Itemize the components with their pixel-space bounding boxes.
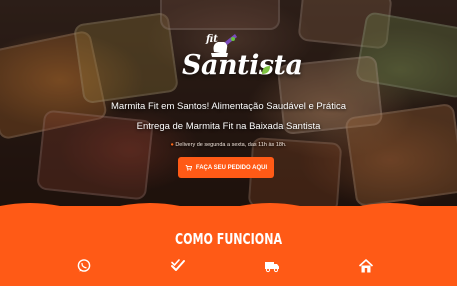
delivery-truck-icon bbox=[264, 258, 280, 274]
hero-banner: fit Santista Marmita Fit em Santos! Alim… bbox=[0, 0, 457, 210]
order-button-label: FAÇA SEU PEDIDO AQUI bbox=[195, 164, 268, 171]
home-icon bbox=[358, 258, 374, 274]
whatsapp-icon bbox=[76, 258, 92, 274]
hero-headline: Marmita Fit em Santos! Alimentação Saudá… bbox=[111, 101, 346, 112]
logo-top-text: fit bbox=[206, 34, 218, 45]
brand-logo[interactable]: fit Santista bbox=[178, 28, 303, 94]
delivery-hours-text: Delivery de segunda a sexta, das 11h às … bbox=[175, 142, 287, 148]
order-button[interactable]: FAÇA SEU PEDIDO AQUI bbox=[178, 157, 274, 178]
hero-subheadline: Entrega de Marmita Fit na Baixada Santis… bbox=[136, 121, 321, 132]
section-title: COMO FUNCIONA bbox=[174, 230, 283, 248]
cart-icon bbox=[185, 164, 192, 171]
double-check-icon bbox=[170, 258, 186, 274]
leaf-icon bbox=[262, 66, 270, 74]
delivery-hours: ● Delivery de segunda a sexta, das 11h à… bbox=[0, 142, 457, 148]
